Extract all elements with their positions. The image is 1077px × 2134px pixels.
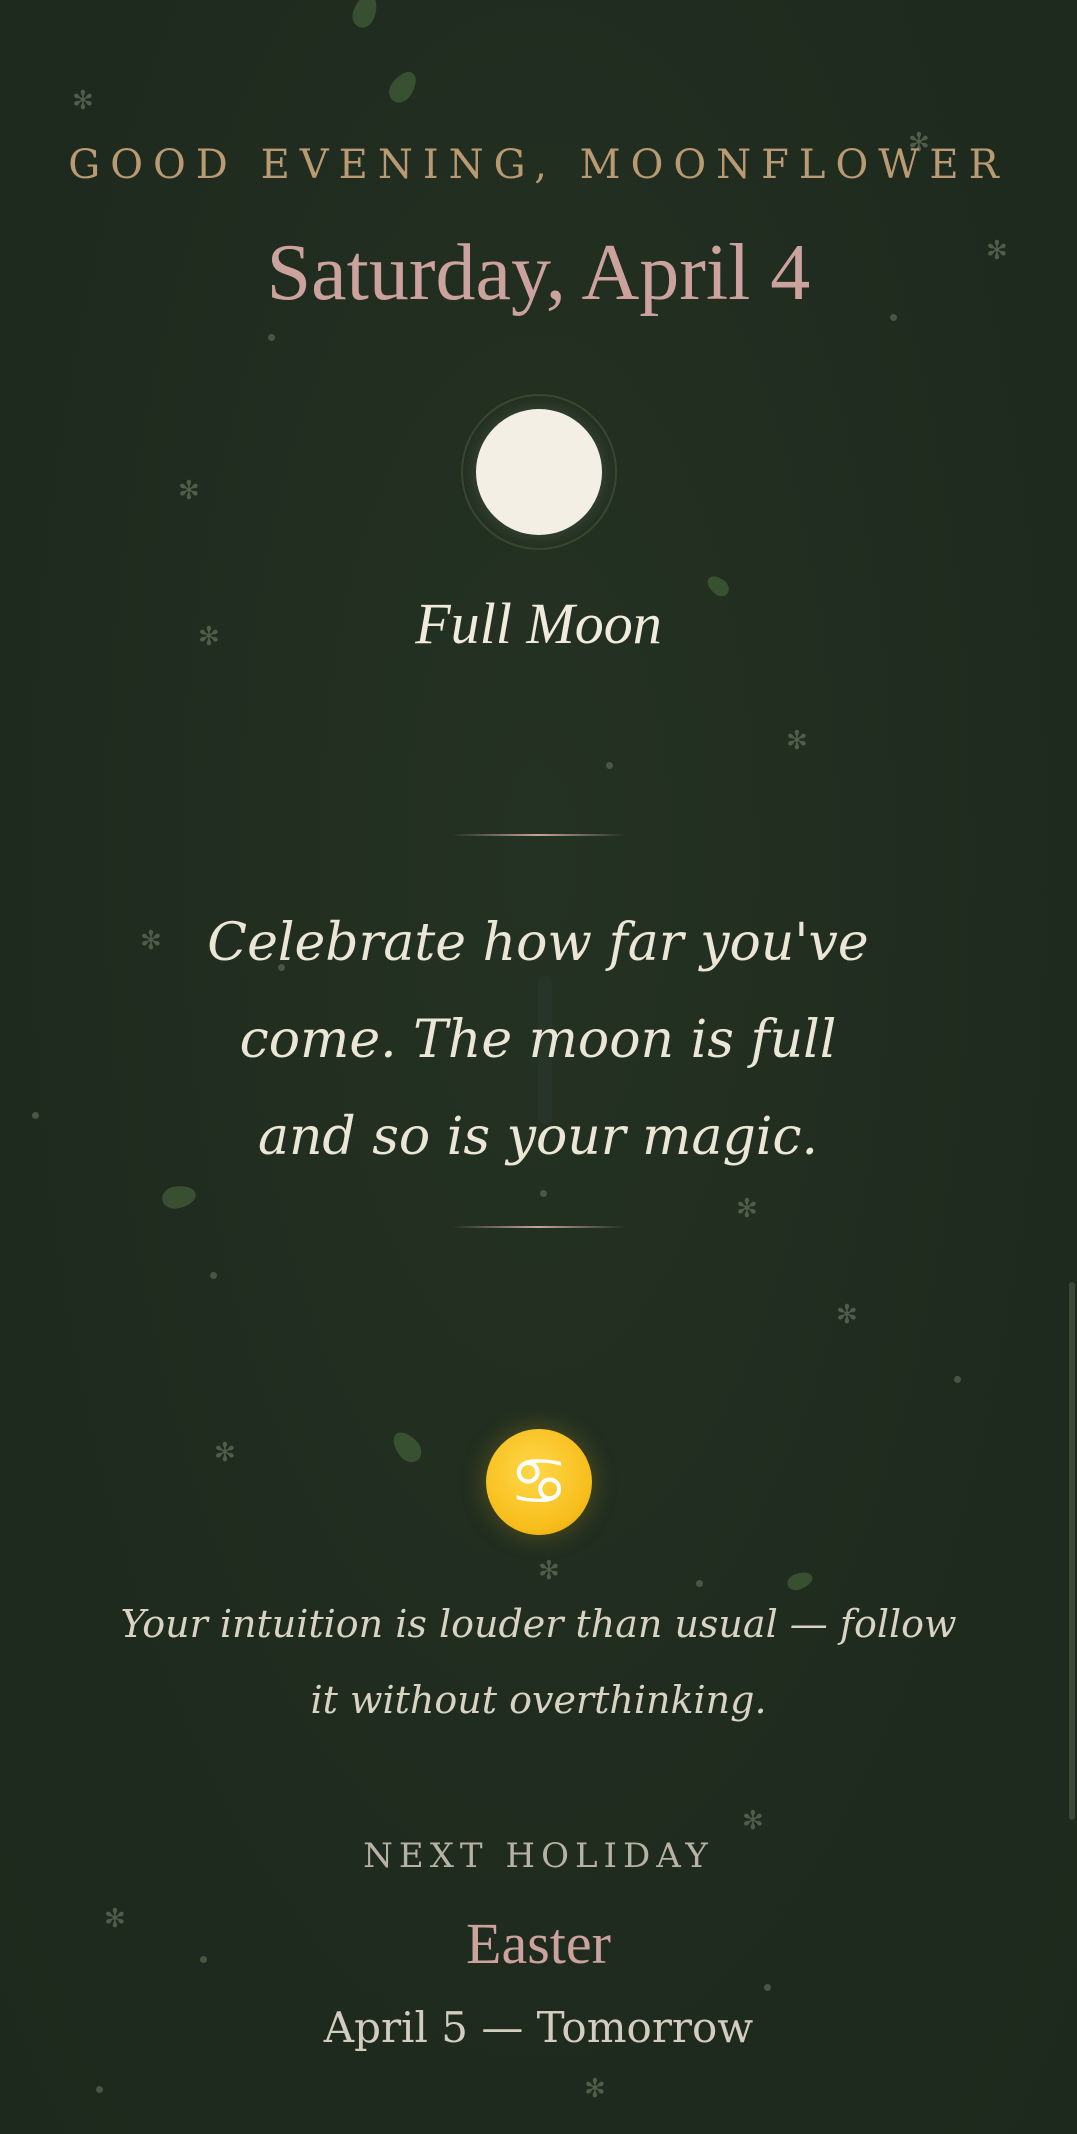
sparkle-icon: ✻ [736, 1194, 758, 1224]
daily-affirmation: Celebrate how far you've come. The moon … [207, 913, 869, 1167]
star-dot [96, 2086, 103, 2093]
sparkle-icon: ✻ [742, 1806, 764, 1836]
sparkle-icon: ✻ [72, 86, 94, 116]
sparkle-icon: ✻ [786, 726, 808, 756]
daily-page: ✻ ✻ ✻ ✻ ✻ ✻ ✻ ✻ ✻ ✻ ✻ ✻ ✻ ✻ GOOD EVENING… [0, 0, 1077, 2134]
next-holiday-label: NEXT HOLIDAY [363, 1836, 714, 1876]
sparkle-icon: ✻ [584, 2074, 606, 2104]
greeting: GOOD EVENING, MOONFLOWER [68, 142, 1009, 188]
star-dot [210, 1272, 217, 1279]
sparkle-icon: ✻ [538, 1556, 560, 1586]
next-holiday-date: April 5 — Tomorrow [323, 2003, 754, 2052]
sparkle-icon: ✻ [836, 1300, 858, 1330]
leaf-icon [160, 1183, 198, 1211]
star-dot [540, 1190, 547, 1197]
page-title-date: Saturday, April 4 [266, 229, 811, 317]
moon-phase-label: Full Moon [415, 591, 662, 656]
sparkle-icon: ✻ [214, 1438, 236, 1468]
cancer-zodiac-icon: ♋ [486, 1429, 592, 1535]
full-moon-icon [476, 409, 602, 535]
star-dot [268, 334, 275, 341]
star-dot [32, 1112, 39, 1119]
sparkle-icon: ✻ [140, 926, 162, 956]
divider [452, 834, 625, 836]
zodiac-glyph: ♋ [509, 1443, 569, 1520]
horoscope-text: Your intuition is louder than usual — fo… [120, 1602, 957, 1722]
star-dot [764, 1984, 771, 1991]
scrollbar[interactable] [1069, 1282, 1075, 1820]
star-dot [606, 762, 613, 769]
divider [452, 1226, 625, 1228]
next-holiday-name: Easter [466, 1911, 611, 1976]
leaf-icon [348, 0, 382, 31]
star-dot [954, 1376, 961, 1383]
leaf-icon [384, 66, 422, 108]
leaf-icon [387, 1426, 427, 1468]
sparkle-icon: ✻ [178, 476, 200, 506]
